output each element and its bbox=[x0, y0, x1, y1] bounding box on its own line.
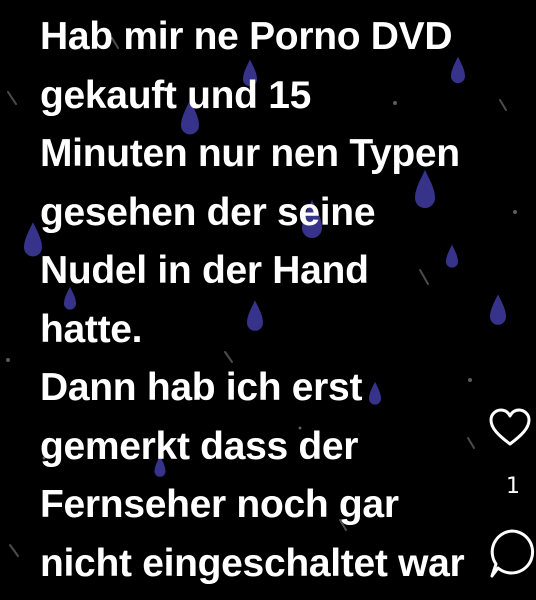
like-button[interactable] bbox=[488, 408, 532, 448]
comment-bubble-icon bbox=[490, 529, 535, 578]
post-line: Dann hab ich erst bbox=[40, 366, 363, 409]
post-line: Nudel in der Hand bbox=[40, 249, 369, 292]
post-line: Minuten nur nen Typen bbox=[40, 132, 460, 175]
post-line: Fernseher noch gar bbox=[40, 483, 399, 526]
comment-button[interactable] bbox=[488, 528, 536, 588]
post-text: Hab mir ne Porno DVD gekauft und 15 Minu… bbox=[40, 8, 530, 593]
like-count: 1 bbox=[506, 474, 520, 499]
post-line: hatte. bbox=[40, 307, 143, 351]
post-line: gemerkt dass der bbox=[40, 424, 359, 468]
post-line: gesehen der seine bbox=[40, 190, 376, 234]
post-line: Hab mir ne Porno DVD bbox=[40, 15, 453, 58]
post-line: gekauft und 15 bbox=[40, 73, 312, 117]
post-line: nicht eingeschaltet war bbox=[40, 541, 465, 585]
heart-outline-icon bbox=[489, 408, 531, 446]
